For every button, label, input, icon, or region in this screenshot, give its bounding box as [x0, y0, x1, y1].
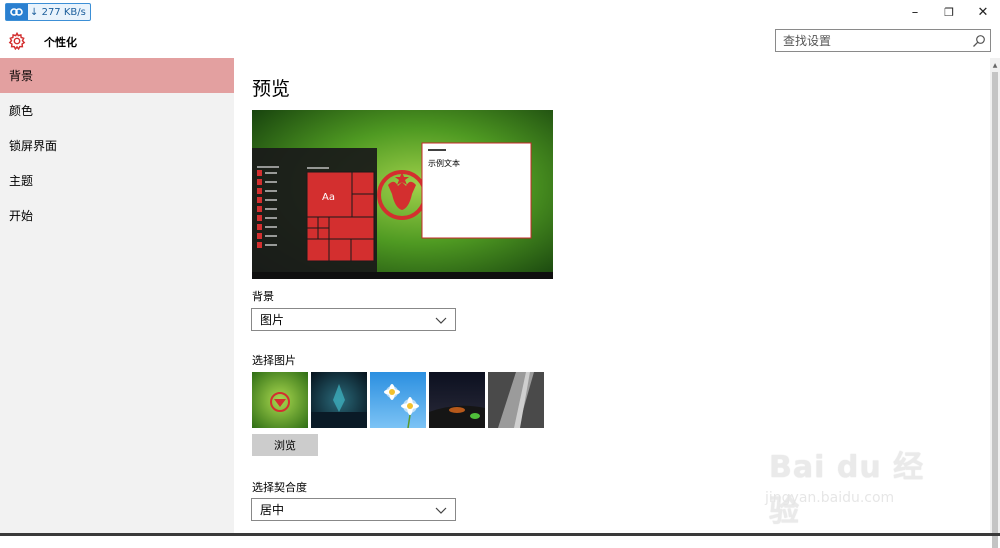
- watermark: Bai du 经验 jingyan.baidu.com: [765, 428, 950, 529]
- sidebar-item-start[interactable]: 开始: [0, 198, 234, 233]
- thumbnail-daisies[interactable]: [370, 372, 426, 428]
- picture-thumbnails: [252, 372, 544, 428]
- fit-dropdown-value: 居中: [260, 503, 285, 517]
- network-speed: 277 KB/s: [41, 6, 86, 18]
- restore-icon: ❐: [944, 5, 954, 19]
- gear-icon: [8, 32, 26, 50]
- background-dropdown[interactable]: 图片: [251, 308, 456, 331]
- scroll-up-icon[interactable]: ▲: [990, 60, 1000, 70]
- minimize-button[interactable]: –: [898, 0, 932, 24]
- background-label: 背景: [252, 290, 274, 303]
- sidebar-item-background[interactable]: 背景: [0, 58, 234, 93]
- watermark-brand: Bai du 经验: [769, 450, 925, 529]
- thumbnail-night-sky[interactable]: [429, 372, 485, 428]
- tile-label: Aa: [322, 192, 335, 203]
- sidebar-item-label: 锁屏界面: [9, 139, 58, 153]
- download-arrow-icon: ↓: [30, 6, 39, 18]
- minimize-icon: –: [911, 4, 919, 20]
- sample-text: 示例文本: [428, 158, 460, 168]
- page-title: 个性化: [44, 36, 77, 49]
- preview-heading: 预览: [252, 78, 291, 100]
- search-box[interactable]: [775, 29, 991, 52]
- close-button[interactable]: ✕: [966, 0, 1000, 24]
- fit-dropdown[interactable]: 居中: [251, 498, 456, 521]
- cloud-icon: [6, 4, 28, 20]
- thumbnail-dark-blue[interactable]: [311, 372, 367, 428]
- scrollbar-thumb[interactable]: [992, 72, 998, 548]
- preview-image: Aa 示例文本: [252, 110, 553, 279]
- sidebar: 背景 颜色 锁屏界面 主题 开始: [0, 58, 234, 536]
- chevron-down-icon: [435, 507, 447, 514]
- sidebar-item-label: 开始: [9, 209, 34, 223]
- restore-button[interactable]: ❐: [932, 0, 966, 24]
- title-bar: ↓ 277 KB/s – ❐ ✕: [0, 0, 1000, 24]
- search-input[interactable]: [783, 33, 963, 48]
- browse-button[interactable]: 浏览: [252, 434, 318, 456]
- sidebar-item-lock-screen[interactable]: 锁屏界面: [0, 128, 234, 163]
- header: 个性化: [0, 24, 1000, 58]
- sidebar-item-label: 主题: [9, 174, 34, 188]
- sidebar-item-colors[interactable]: 颜色: [0, 93, 234, 128]
- choose-picture-label: 选择图片: [252, 354, 296, 367]
- fit-label: 选择契合度: [252, 481, 307, 494]
- network-speed-badge[interactable]: ↓ 277 KB/s: [5, 3, 91, 21]
- background-dropdown-value: 图片: [260, 313, 285, 327]
- sidebar-item-themes[interactable]: 主题: [0, 163, 234, 198]
- thumbnail-rock[interactable]: [488, 372, 544, 428]
- watermark-url: jingyan.baidu.com: [765, 490, 895, 506]
- browse-label: 浏览: [274, 439, 296, 452]
- search-icon[interactable]: [972, 34, 986, 48]
- thumbnail-green-logo[interactable]: [252, 372, 308, 428]
- close-icon: ✕: [977, 4, 989, 20]
- scrollbar[interactable]: ▲: [990, 58, 1000, 548]
- sidebar-item-label: 背景: [9, 69, 34, 83]
- chevron-down-icon: [435, 317, 447, 324]
- sidebar-item-label: 颜色: [9, 104, 34, 118]
